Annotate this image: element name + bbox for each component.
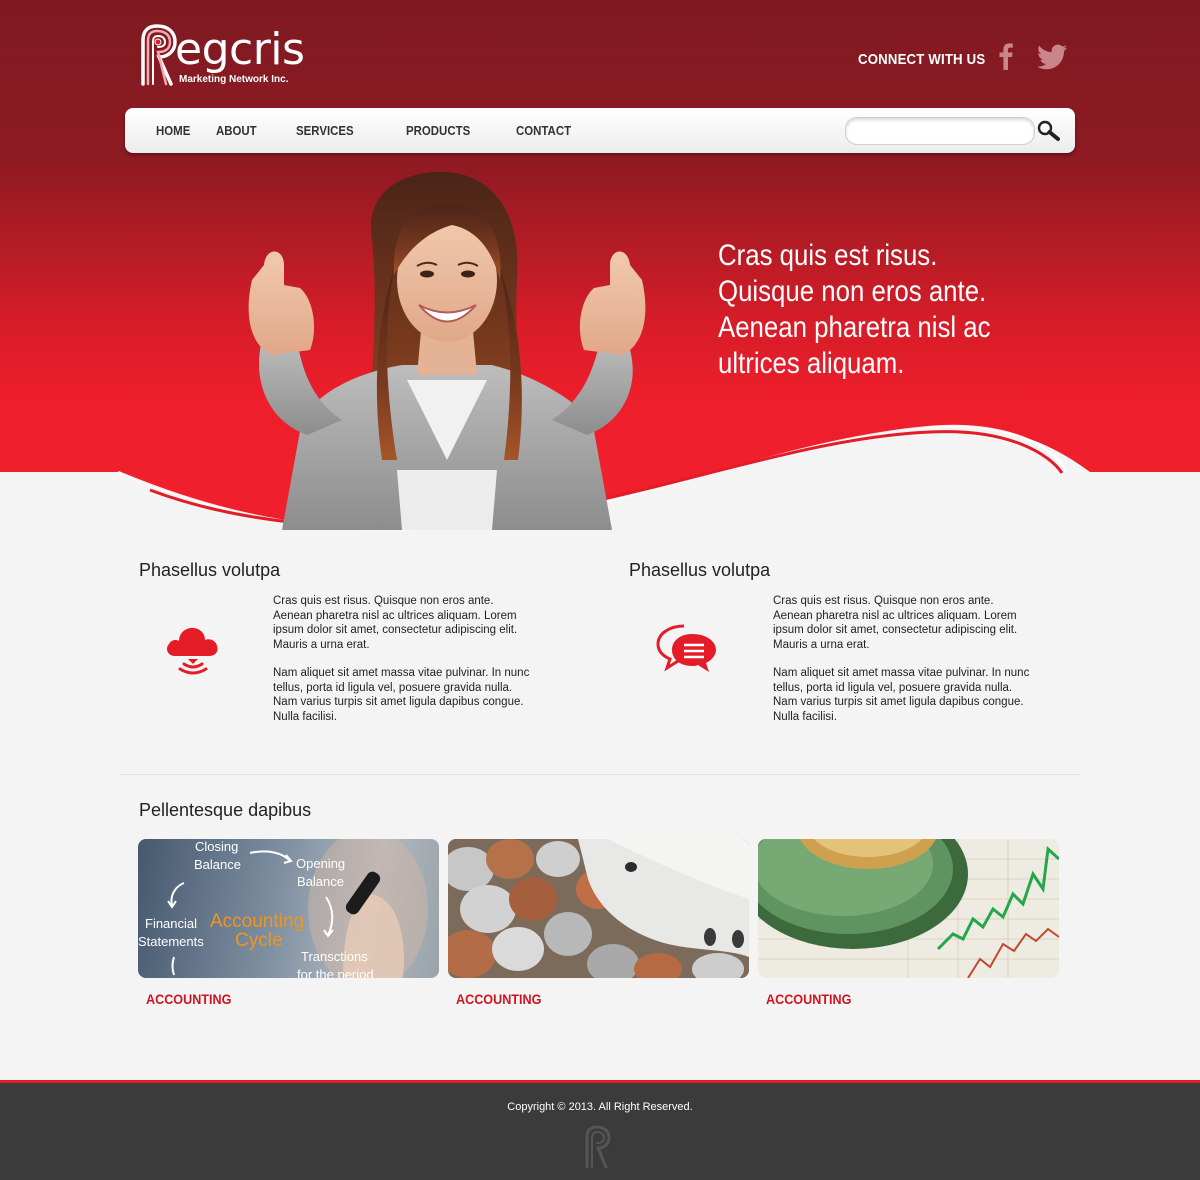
accounting-cycle-image[interactable]: Closing Balance Opening Balance Financia… (138, 839, 439, 978)
diagram-label: Cycle (235, 930, 283, 951)
diagram-label: Transctions (301, 949, 368, 964)
diagram-label: Closing (195, 839, 239, 854)
nav-home[interactable]: HOME (156, 123, 190, 138)
nav-services[interactable]: SERVICES (296, 123, 354, 138)
diagram-label: for the period (297, 967, 374, 978)
search-icon[interactable] (1037, 120, 1061, 142)
section-divider (120, 774, 1080, 775)
feature-paragraph: Nam aliquet sit amet massa vitae pulvina… (773, 667, 1030, 723)
facebook-icon[interactable] (996, 42, 1016, 70)
feature-paragraph: Cras quis est risus. Quisque non eros an… (773, 595, 1018, 651)
logo-tagline: Marketing Network Inc. (179, 74, 289, 85)
accounting-cycle-diagram (167, 839, 428, 978)
logo[interactable]: egcris Marketing Network Inc. (137, 24, 307, 88)
nav-contact[interactable]: CONTACT (516, 123, 571, 138)
footer-logo-icon (585, 1125, 611, 1169)
diagram-label: Balance (194, 857, 241, 872)
stock-chart-photo (758, 839, 1059, 978)
feature-title: Phasellus volutpa (629, 560, 771, 580)
nav-products[interactable]: PRODUCTS (406, 123, 470, 138)
feature-block: Phasellus volutpa Cras quis est risus. Q… (629, 560, 1049, 740)
hero-tagline: Cras quis est risus. Quisque non eros an… (718, 239, 991, 380)
coins-stock-chart-image[interactable] (758, 839, 1059, 978)
footer: Copyright © 2013. All Right Reserved. (0, 1080, 1200, 1180)
feature-title: Phasellus volutpa (139, 560, 281, 580)
feature-block: Phasellus volutpa Cras quis est risus. Q… (139, 560, 559, 740)
copyright-text: Copyright © 2013. All Right Reserved. (507, 1101, 693, 1113)
diagram-label: Statements (138, 934, 204, 949)
card-label[interactable]: ACCOUNTING (766, 991, 851, 1007)
logo-r-icon (141, 24, 177, 86)
cloud-icon (167, 627, 218, 675)
piggy-bank-coins-image[interactable] (448, 839, 749, 978)
feature-text: Cras quis est risus. Quisque non eros an… (773, 594, 1033, 738)
diagram-label: Financial (145, 916, 198, 931)
diagram-label: Opening (296, 856, 346, 871)
nav-about[interactable]: ABOUT (216, 123, 257, 138)
card-label[interactable]: ACCOUNTING (146, 991, 231, 1007)
connect-label: CONNECT WITH US (858, 51, 986, 68)
diagram-label: Balance (297, 874, 344, 889)
feature-text: Cras quis est risus. Quisque non eros an… (273, 594, 533, 738)
card-label[interactable]: ACCOUNTING (456, 991, 541, 1007)
main-nav: HOME ABOUT SERVICES PRODUCTS CONTACT (125, 108, 1075, 153)
search-input[interactable] (845, 117, 1035, 145)
feature-paragraph: Cras quis est risus. Quisque non eros an… (273, 595, 518, 651)
piggy-bank-photo (448, 839, 749, 978)
twitter-icon[interactable] (1038, 44, 1068, 70)
chat-bubbles-icon (656, 624, 716, 672)
feature-paragraph: Nam aliquet sit amet massa vitae pulvina… (273, 667, 530, 723)
woman-thumbs-up-image (248, 171, 646, 530)
logo-wordmark: egcris (175, 24, 305, 75)
gallery-title: Pellentesque dapibus (139, 800, 312, 820)
